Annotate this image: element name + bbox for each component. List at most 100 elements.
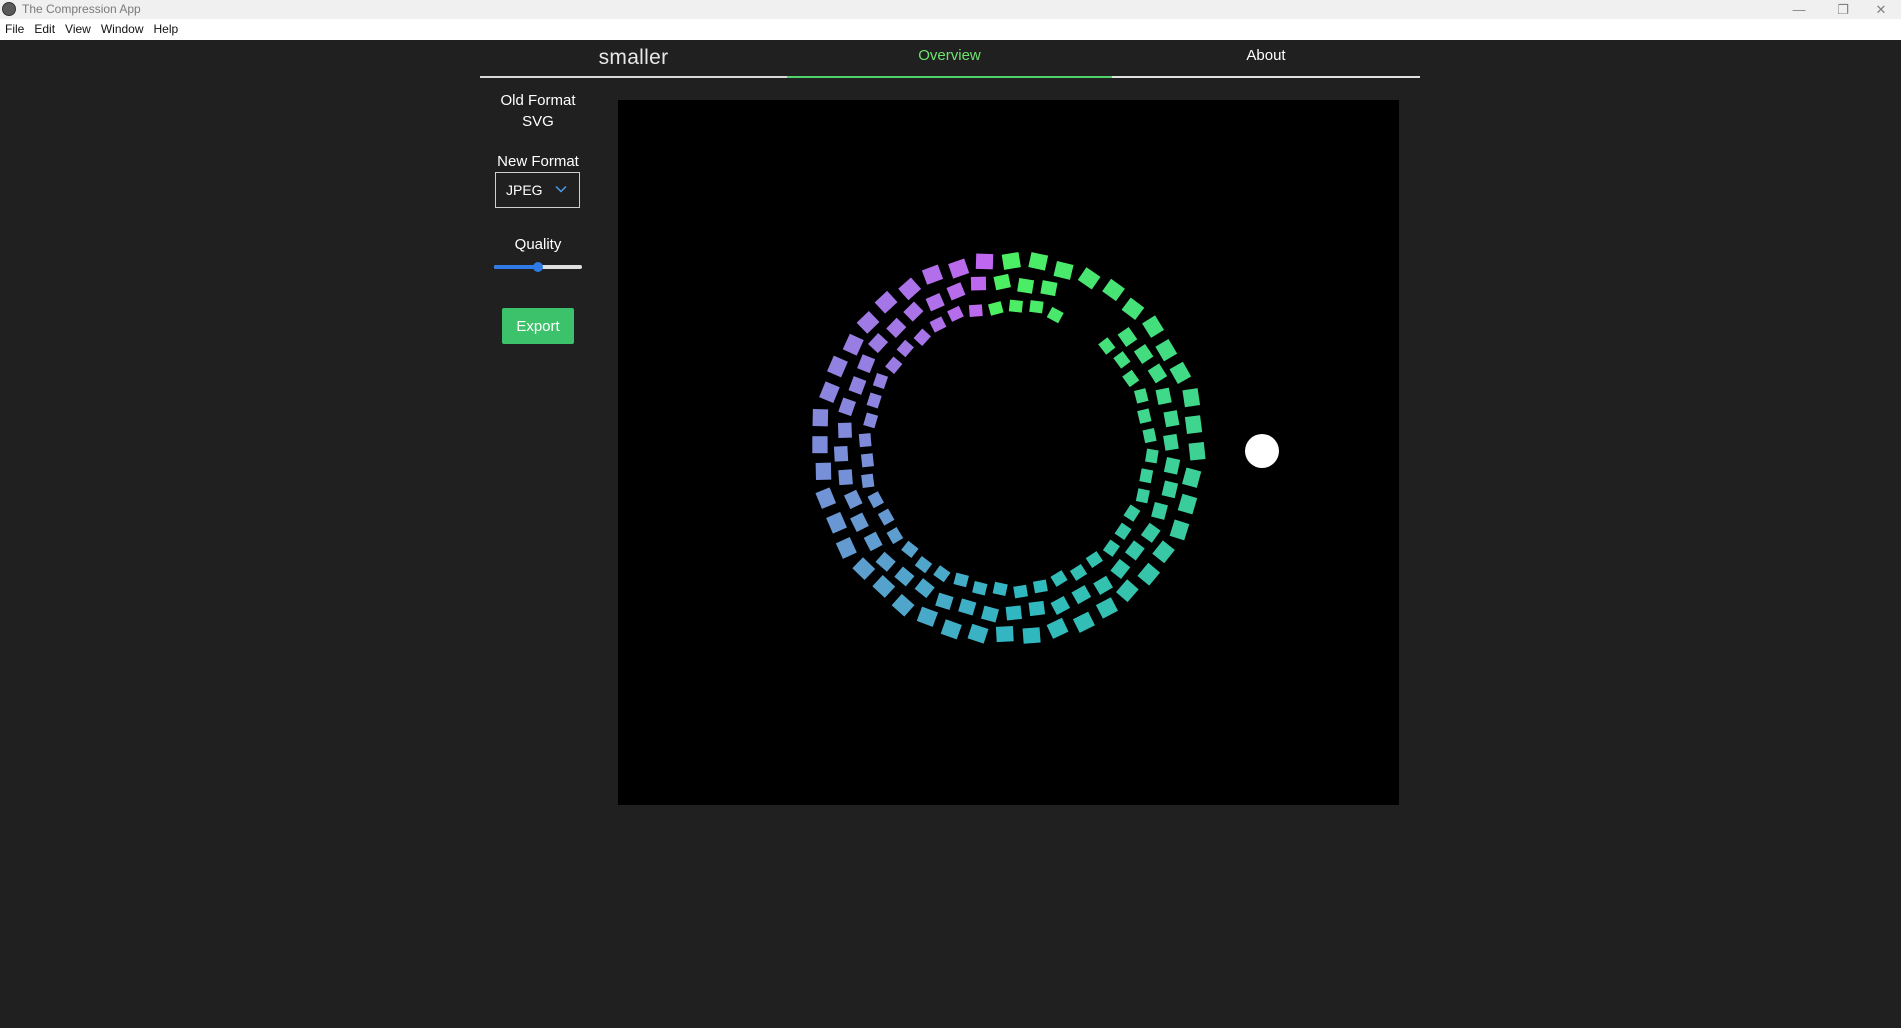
ring-tile	[913, 328, 931, 347]
brand-underline	[480, 76, 787, 78]
tab-about[interactable]: About	[1112, 40, 1420, 78]
ring-tile	[872, 372, 889, 390]
ring-tile	[903, 301, 924, 322]
quality-slider[interactable]	[494, 261, 582, 273]
ring-tile	[1029, 300, 1044, 314]
ring-tile	[1140, 522, 1161, 543]
ring-tile	[827, 355, 848, 378]
restore-button[interactable]: ❐	[1823, 0, 1863, 19]
ring-tile	[898, 277, 922, 301]
ring-tile	[1113, 351, 1131, 369]
ring-tile	[1069, 564, 1088, 581]
ring-tile	[980, 605, 999, 623]
ring-tile	[891, 593, 915, 617]
ring-tile	[1142, 428, 1157, 444]
ring-tile	[815, 487, 837, 509]
ring-tile	[1005, 605, 1022, 621]
title-bar: The Compression App — ❐ ✕	[0, 0, 1901, 19]
ring-tile	[858, 433, 872, 448]
ring-tile	[1122, 369, 1140, 388]
old-format-value: SVG	[522, 113, 554, 130]
ring-tile	[1040, 280, 1058, 297]
ring-tile	[1077, 267, 1101, 290]
ring-tile	[852, 557, 876, 581]
chevron-down-icon	[555, 185, 567, 193]
menu-edit[interactable]: Edit	[29, 19, 60, 40]
close-button[interactable]: ✕	[1861, 0, 1901, 19]
new-format-value: JPEG	[506, 182, 543, 198]
ring-tile	[838, 469, 853, 486]
ring-tile	[812, 409, 829, 427]
ring-tile	[1046, 306, 1064, 324]
ring-tile	[833, 445, 849, 462]
menu-window[interactable]: Window	[96, 19, 149, 40]
ring-tile	[946, 282, 966, 301]
app-logo-icon	[2, 2, 16, 16]
ring-tile	[914, 556, 933, 574]
ring-tile	[1124, 540, 1145, 561]
ring-tile	[933, 565, 951, 583]
ring-tile	[1145, 448, 1159, 464]
minimize-button[interactable]: —	[1779, 0, 1819, 19]
ring-tile	[856, 310, 880, 334]
new-format-select[interactable]: JPEG	[495, 172, 580, 208]
ring-tile	[967, 623, 989, 644]
ring-tile	[1147, 363, 1168, 384]
ring-tile	[1155, 338, 1178, 362]
slider-fill	[494, 265, 538, 269]
ring-tile	[842, 333, 864, 356]
ring-tile	[1085, 551, 1103, 569]
ring-tile	[848, 376, 867, 395]
ring-tile	[1072, 611, 1095, 633]
slider-thumb[interactable]	[533, 262, 543, 272]
quality-label: Quality	[514, 236, 562, 253]
ring-tile	[1046, 617, 1069, 639]
ring-tile	[1163, 410, 1180, 428]
ring-tile	[1137, 408, 1152, 424]
ring-tile	[819, 381, 840, 403]
ring-tile	[929, 316, 947, 333]
ring-tile	[1110, 558, 1131, 579]
ring-tile	[987, 301, 1004, 316]
ring-tile	[1135, 488, 1150, 504]
ring-tile	[1017, 277, 1035, 294]
ring-tile	[1115, 579, 1139, 603]
ring-tile	[925, 292, 945, 312]
menu-help[interactable]: Help	[149, 19, 184, 40]
ring-tile	[885, 356, 903, 375]
ring-tile	[1008, 299, 1023, 313]
ring-tile	[867, 491, 884, 509]
ring-tile	[970, 276, 987, 291]
ring-tile	[1032, 579, 1048, 594]
ring-tile	[1121, 297, 1145, 320]
ring-tile	[958, 598, 977, 616]
ring-tile	[894, 566, 915, 587]
ring-tile	[1095, 597, 1119, 619]
export-button[interactable]: Export	[502, 308, 574, 344]
ring-tile	[947, 305, 964, 322]
ring-tile	[1155, 387, 1172, 405]
ring-tile	[863, 531, 883, 552]
ring-tile	[877, 508, 895, 526]
menu-view[interactable]: View	[60, 19, 96, 40]
tab-overview[interactable]: Overview	[787, 40, 1112, 78]
ring-tile	[857, 354, 876, 374]
ring-tile	[993, 273, 1011, 291]
ring-tile	[914, 578, 935, 599]
preview-graphic	[812, 252, 1279, 644]
ring-tile	[901, 540, 919, 558]
menu-file[interactable]: File	[0, 19, 29, 40]
ring-tile	[1123, 504, 1141, 522]
ring-tile	[837, 422, 852, 439]
ring-tile	[1163, 457, 1181, 475]
ring-tile	[1102, 278, 1125, 302]
menu-bar: File Edit View Window Help	[0, 19, 1901, 40]
ring-tile	[1184, 415, 1203, 434]
ring-tile	[1182, 388, 1201, 408]
ring-tile	[1053, 261, 1074, 280]
ring-tile	[1133, 388, 1149, 404]
ring-tile	[1028, 600, 1046, 617]
ring-tile	[1028, 252, 1049, 271]
ring-tile	[995, 625, 1014, 643]
ring-tile	[872, 575, 896, 598]
